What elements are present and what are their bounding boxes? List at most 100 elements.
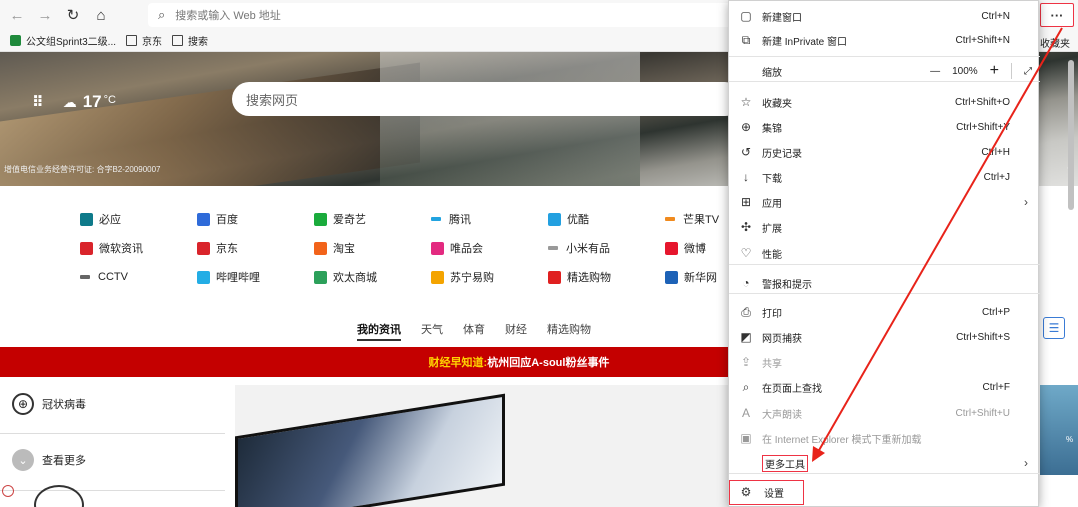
menu-item-label: 设置	[729, 479, 804, 505]
quick-link[interactable]: 哔哩哔哩	[197, 270, 314, 284]
menu-item-performance[interactable]: ♡ 性能	[729, 241, 1040, 265]
page-icon	[126, 35, 138, 46]
news-tab[interactable]: 天气	[421, 321, 443, 341]
apps-icon: ⊞	[740, 195, 752, 209]
menu-item-print[interactable]: ⎙ 打印 Ctrl+P	[729, 300, 1040, 324]
quick-link[interactable]: 爱奇艺	[314, 212, 431, 226]
news-card-image[interactable]	[235, 385, 730, 507]
scrollbar[interactable]	[1068, 60, 1074, 210]
address-bar[interactable]: ⌕ 搜索或输入 Web 地址	[148, 3, 738, 27]
bookmark-item[interactable]: 京东	[126, 33, 162, 48]
menu-item-favorites[interactable]: ☆ 收藏夹 Ctrl+Shift+O	[729, 90, 1040, 114]
quick-link[interactable]: 京东	[197, 241, 314, 255]
menu-item-label: 大声朗读	[762, 409, 802, 421]
apps-grid-icon[interactable]: ⠿	[32, 93, 44, 111]
waterfall-image	[380, 52, 640, 186]
menu-item-label: 在 Internet Explorer 模式下重新加载	[762, 434, 922, 446]
forward-icon[interactable]: →	[34, 4, 56, 26]
side-card[interactable]: %	[1040, 385, 1078, 475]
license-text: 增值电信业务经营许可证: 合字B2-20090007	[4, 165, 161, 174]
news-tab[interactable]: 精选购物	[547, 321, 591, 341]
feed-layout-icon[interactable]: ☰	[1043, 317, 1065, 339]
web-search-input[interactable]: 搜索网页	[232, 82, 742, 116]
settings-and-more-menu: ▢ 新建窗口 Ctrl+N ⧉ 新建 InPrivate 窗口 Ctrl+Shift+N ☆…	[728, 0, 1040, 507]
site-logo-icon	[431, 270, 444, 284]
downloads-icon: ↓	[743, 170, 749, 184]
quick-link[interactable]: 腾讯	[431, 212, 548, 226]
menu-item-read-aloud: A 大声朗读 Ctrl+Shift+U	[729, 401, 1040, 425]
quick-link[interactable]: 唯品会	[431, 241, 548, 255]
news-tab[interactable]: 我的资讯	[357, 321, 401, 341]
zoom-controls: — 100% + ⤢	[918, 63, 1032, 79]
menu-separator	[729, 56, 1040, 57]
menu-item-settings[interactable]: ⚙ 设置	[729, 479, 1040, 505]
menu-item-label: 历史记录	[762, 148, 802, 160]
bookmark-item[interactable]: 公文组Sprint3二级...	[10, 33, 116, 48]
quick-link[interactable]: 百度	[197, 212, 314, 226]
quick-link-label: 优酷	[567, 214, 589, 226]
mascot-icon[interactable]	[34, 485, 84, 507]
read-aloud-icon: A	[741, 406, 750, 420]
home-icon[interactable]: ⌂	[90, 4, 112, 26]
news-tab[interactable]: 财经	[505, 321, 527, 341]
left-column: ⊕ 冠状病毒 ⌄ 查看更多	[0, 385, 225, 507]
alerts-icon: ◔	[742, 276, 750, 290]
quick-link[interactable]: 精选购物	[548, 270, 665, 284]
shortcut-text: Ctrl+F	[982, 381, 1011, 393]
site-logo-icon	[665, 241, 678, 255]
search-placeholder: 搜索网页	[246, 92, 299, 108]
new-inprivate-icon: ⧉	[741, 32, 751, 47]
site-logo-icon	[80, 212, 93, 226]
quick-link[interactable]: 小米有品	[548, 241, 665, 255]
zoom-value: 100%	[952, 65, 978, 77]
menu-item-label: 应用	[762, 198, 782, 210]
site-logo-icon	[197, 241, 210, 255]
settings-and-more-button[interactable]: ···	[1040, 3, 1074, 27]
share-icon: ⇪	[740, 355, 752, 369]
zoom-in-button[interactable]: +	[990, 63, 999, 79]
menu-item-downloads[interactable]: ↓ 下载 Ctrl+J	[729, 165, 1040, 189]
menu-item-alerts[interactable]: ◔ 警报和提示	[729, 271, 1040, 295]
favorites-folder[interactable]: 收藏夹	[1040, 35, 1070, 50]
site-logo-icon	[314, 241, 327, 255]
quick-link[interactable]: 必应	[80, 212, 197, 226]
weather-widget[interactable]: ⠿ ☁ 17 °C	[32, 92, 116, 112]
shortcut-text: Ctrl+N	[981, 10, 1010, 22]
menu-item-new-inprivate[interactable]: ⧉ 新建 InPrivate 窗口 Ctrl+Shift+N	[729, 28, 1040, 52]
menu-item-label: 扩展	[762, 223, 782, 235]
quick-link[interactable]: CCTV	[80, 270, 197, 284]
menu-item-find[interactable]: ⌕ 在页面上查找 Ctrl+F	[729, 375, 1040, 399]
back-icon[interactable]: ←	[6, 4, 28, 26]
quick-link[interactable]: 微软资讯	[80, 241, 197, 255]
favorites-icon: ☆	[740, 95, 752, 109]
news-tab[interactable]: 体育	[463, 321, 485, 341]
menu-item-apps[interactable]: ⊞ 应用 ›	[729, 190, 1040, 214]
site-logo-icon	[197, 270, 210, 284]
quick-link-label: 腾讯	[449, 214, 471, 226]
shortcut-text: Ctrl+Shift+N	[955, 34, 1010, 46]
menu-item-label: 下载	[762, 173, 782, 185]
menu-item-history[interactable]: ↺ 历史记录 Ctrl+H	[729, 140, 1040, 164]
print-icon: ⎙	[741, 304, 751, 319]
quick-link[interactable]: 淘宝	[314, 241, 431, 255]
headline-prefix: 财经早知道:	[428, 357, 488, 369]
menu-item-web-capture[interactable]: ◩ 网页捕获 Ctrl+Shift+S	[729, 325, 1040, 349]
quick-link[interactable]: 苏宁易购	[431, 270, 548, 284]
menu-item-collections[interactable]: ⊕ 集锦 Ctrl+Shift+Y	[729, 115, 1040, 139]
fullscreen-icon[interactable]: ⤢	[1024, 66, 1032, 77]
see-more-link[interactable]: ⌄ 查看更多	[12, 449, 86, 471]
zoom-out-button[interactable]: —	[930, 66, 940, 77]
site-logo-icon	[197, 212, 210, 226]
bookmark-item[interactable]: 搜索	[172, 33, 208, 48]
quick-link-label: 芒果TV	[683, 214, 720, 226]
menu-item-extensions[interactable]: ✣ 扩展	[729, 215, 1040, 239]
covid-link[interactable]: ⊕ 冠状病毒	[12, 393, 86, 415]
menu-item-new-window[interactable]: ▢ 新建窗口 Ctrl+N	[729, 4, 1040, 28]
quick-link[interactable]: 欢太商城	[314, 270, 431, 284]
refresh-icon[interactable]: ↻	[62, 4, 84, 26]
shortcut-text: Ctrl+P	[981, 306, 1010, 318]
menu-item-more-tools[interactable]: 更多工具 ›	[729, 451, 1040, 475]
quick-link[interactable]: 优酷	[548, 212, 665, 226]
site-logo-icon	[314, 270, 327, 284]
menu-item-label: 新建窗口	[762, 12, 802, 24]
